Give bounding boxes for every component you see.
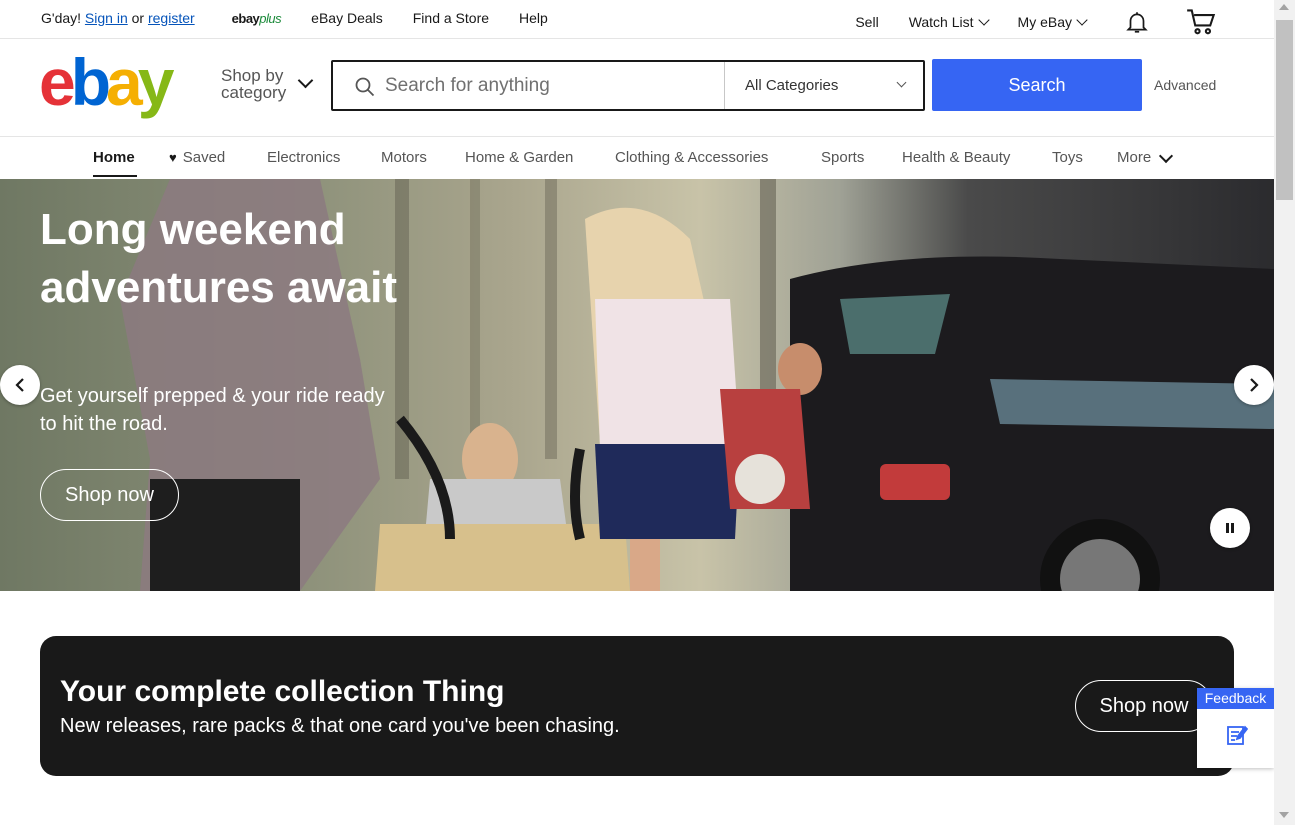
- hero-subtitle: Get yourself prepped & your ride ready t…: [40, 385, 385, 435]
- tab-more[interactable]: More: [1117, 148, 1174, 166]
- search-bar: All Categories: [331, 60, 925, 111]
- scroll-thumb[interactable]: [1276, 20, 1293, 200]
- help-link[interactable]: Help: [519, 10, 548, 26]
- scroll-down-arrow[interactable]: [1279, 812, 1289, 818]
- greeting: G'day! Sign in or register: [41, 10, 195, 26]
- banner-title: Your complete collection Thing: [60, 675, 505, 708]
- cart-icon[interactable]: [1186, 8, 1216, 36]
- page-scrollbar[interactable]: [1274, 0, 1295, 825]
- search-icon: [355, 77, 375, 102]
- pause-icon: [1226, 523, 1234, 533]
- sign-in-link[interactable]: Sign in: [85, 10, 128, 26]
- chevron-down-icon: [297, 72, 314, 89]
- tab-toys[interactable]: Toys: [1052, 149, 1083, 166]
- chevron-down-icon: [1159, 148, 1174, 163]
- feedback-label: Feedback: [1197, 688, 1274, 709]
- hero-carousel: Long weekend adventures await Get yourse…: [0, 179, 1274, 591]
- sell-link[interactable]: Sell: [855, 14, 878, 30]
- carousel-pause-button[interactable]: [1210, 508, 1250, 548]
- topbar-left: G'day! Sign in or register ebayplus eBay…: [41, 10, 548, 26]
- tab-electronics[interactable]: Electronics: [267, 149, 340, 166]
- my-ebay-dropdown[interactable]: My eBay: [1018, 14, 1088, 30]
- category-nav: Home ♥ Saved Electronics Motors Home & Ga…: [0, 137, 1274, 179]
- heart-icon: ♥: [169, 150, 177, 165]
- feedback-widget[interactable]: Feedback: [1197, 688, 1274, 768]
- tab-home-garden[interactable]: Home & Garden: [465, 149, 573, 166]
- tab-sports[interactable]: Sports: [821, 149, 864, 166]
- shop-by-category-button[interactable]: Shop by category: [221, 67, 286, 101]
- find-store-link[interactable]: Find a Store: [413, 10, 489, 26]
- ebay-plus-link[interactable]: ebayplus: [232, 11, 282, 26]
- chevron-left-icon: [15, 378, 24, 392]
- banner-shop-now-button[interactable]: Shop now: [1075, 680, 1213, 732]
- bell-icon[interactable]: [1124, 9, 1150, 35]
- tab-health-beauty[interactable]: Health & Beauty: [902, 149, 1010, 166]
- tab-clothing-accessories[interactable]: Clothing & Accessories: [615, 149, 768, 166]
- chevron-down-icon: [977, 14, 990, 26]
- carousel-next-button[interactable]: [1234, 365, 1274, 405]
- tab-home[interactable]: Home: [93, 149, 135, 166]
- tab-saved[interactable]: ♥ Saved: [169, 149, 225, 166]
- advanced-search-link[interactable]: Advanced: [1154, 77, 1216, 93]
- ebay-logo[interactable]: ebay: [39, 49, 174, 115]
- hero-title: Long weekend adventures await: [40, 205, 398, 312]
- active-tab-indicator: [93, 175, 137, 177]
- main-header: ebay Shop bycategory All Categories Sear…: [0, 39, 1274, 137]
- carousel-prev-button[interactable]: [0, 365, 40, 405]
- ebay-deals-link[interactable]: eBay Deals: [311, 10, 383, 26]
- category-select[interactable]: All Categories: [724, 62, 923, 109]
- register-link[interactable]: register: [148, 10, 195, 26]
- edit-note-icon: [1226, 724, 1249, 751]
- banner-subtitle: New releases, rare packs & that one card…: [60, 715, 620, 737]
- chevron-down-icon: [1076, 14, 1088, 26]
- top-utility-bar: G'day! Sign in or register ebayplus eBay…: [0, 0, 1274, 39]
- scroll-up-arrow[interactable]: [1279, 4, 1289, 10]
- search-button[interactable]: Search: [932, 59, 1142, 111]
- chevron-right-icon: [1250, 378, 1259, 392]
- topbar-right: Sell Watch List My eBay: [825, 8, 1216, 36]
- watch-list-dropdown[interactable]: Watch List: [909, 14, 990, 30]
- collection-banner: Your complete collection Thing New relea…: [40, 636, 1234, 776]
- search-input[interactable]: [385, 62, 721, 109]
- hero-shop-now-button[interactable]: Shop now: [40, 469, 179, 521]
- chevron-down-icon: [896, 77, 907, 88]
- tab-motors[interactable]: Motors: [381, 149, 427, 166]
